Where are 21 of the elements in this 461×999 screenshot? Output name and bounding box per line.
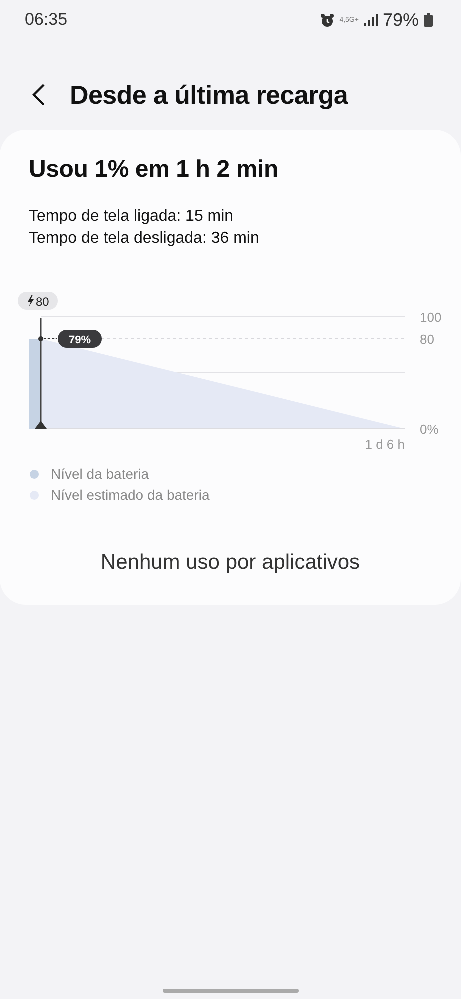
axis-tick-label: 0% xyxy=(420,422,439,437)
usage-headline: Usou 1% em 1 h 2 min xyxy=(28,156,280,184)
value-badge xyxy=(58,330,102,348)
lightning-icon xyxy=(28,295,34,307)
axis-tick-label: 100 xyxy=(420,310,442,325)
page-title: Desde a última recarga xyxy=(70,80,348,110)
charge-level-label: 80 xyxy=(36,295,50,309)
charge-badge xyxy=(18,292,58,310)
signal-icon xyxy=(364,14,378,26)
screen-time-text: Tempo de tela desligada: 36 min xyxy=(29,230,260,248)
legend-label: Nível estimado da bateria xyxy=(51,487,210,503)
axis-tick-label: 80 xyxy=(420,332,434,347)
screen-time-text: Tempo de tela ligada: 15 min xyxy=(29,208,235,226)
alarm-icon xyxy=(320,12,335,28)
empty-message: Nenhum uso por aplicativos xyxy=(100,551,362,575)
battery-icon xyxy=(424,13,433,27)
legend-label: Nível da bateria xyxy=(51,466,150,482)
value-label: 79% xyxy=(68,334,92,346)
axis-tick-label: 1 d 6 h xyxy=(365,437,405,452)
battery-percent: 79% xyxy=(382,10,419,30)
clock-time: 06:35 xyxy=(25,10,68,30)
